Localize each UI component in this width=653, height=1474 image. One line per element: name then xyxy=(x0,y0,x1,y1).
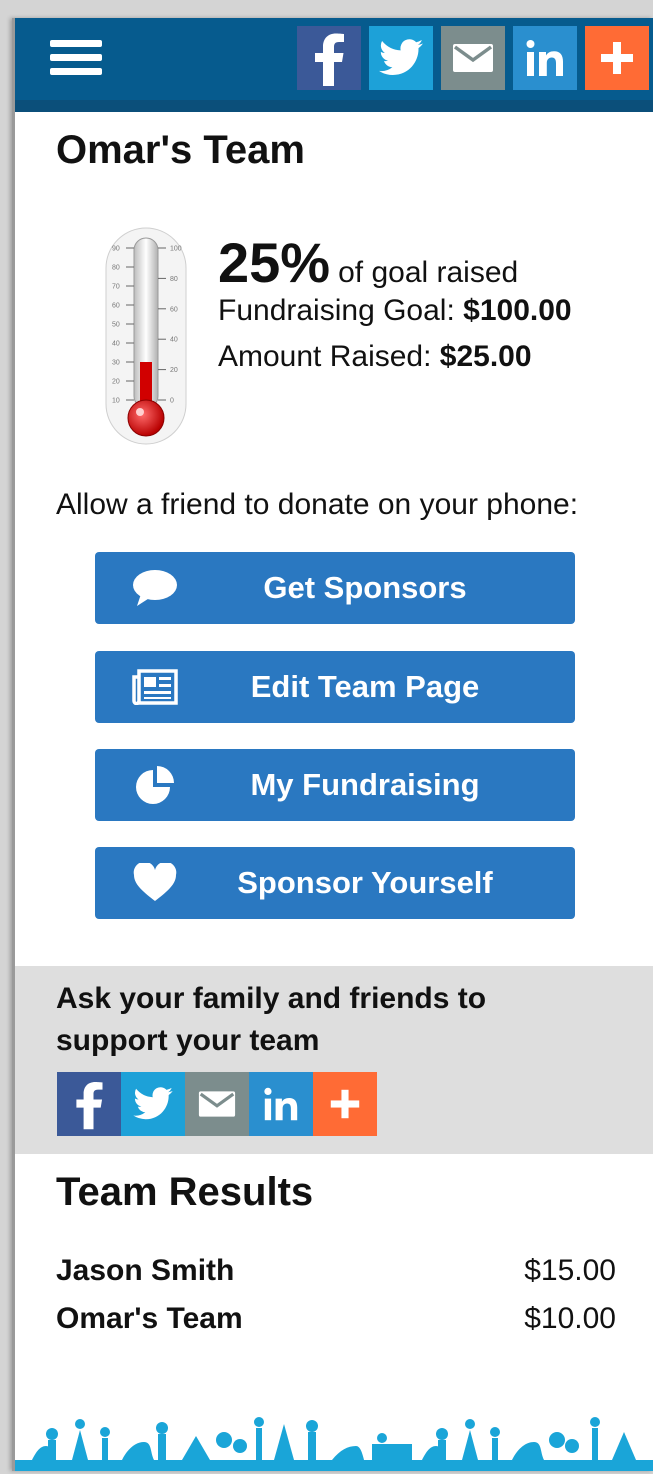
facebook-icon[interactable] xyxy=(297,26,361,90)
get-sponsors-button[interactable]: Get Sponsors xyxy=(95,552,575,624)
window-edge xyxy=(12,18,15,1471)
linkedin-icon[interactable] xyxy=(513,26,577,90)
thermometer-tick-label: 40 xyxy=(170,337,178,344)
thermometer-tick-label: 80 xyxy=(170,276,178,283)
result-name: Jason Smith xyxy=(56,1254,235,1287)
thermometer-tick-label: 20 xyxy=(170,367,178,374)
page-frame: Omar's Team 90 80 70 60 50 40 30 20 10 100 80 60 40… xyxy=(12,18,653,1471)
footer-silhouette-banner xyxy=(12,1417,653,1471)
amount-raised: Amount Raised: $25.00 xyxy=(218,340,532,374)
raised-label: Amount Raised: xyxy=(218,340,432,373)
result-amount: $10.00 xyxy=(524,1302,616,1335)
goal-value: $100.00 xyxy=(463,294,572,327)
thermometer-tick-label: 80 xyxy=(112,265,120,272)
top-bar xyxy=(12,18,653,100)
team-title: Omar's Team xyxy=(56,128,305,172)
thermometer-tick-label: 70 xyxy=(112,284,120,291)
fundraising-goal: Fundraising Goal: $100.00 xyxy=(218,294,572,328)
percent-raised: 25% of goal raised xyxy=(218,230,518,295)
thermometer-tick-label: 100 xyxy=(170,246,182,253)
goal-label: Fundraising Goal: xyxy=(218,294,455,327)
hamburger-menu-icon[interactable] xyxy=(50,40,106,76)
sponsor-yourself-button[interactable]: Sponsor Yourself xyxy=(95,847,575,919)
thermometer-tick-label: 20 xyxy=(112,379,120,386)
button-label: Edit Team Page xyxy=(250,669,480,704)
thermometer-tick-label: 50 xyxy=(112,322,120,329)
email-icon[interactable] xyxy=(441,26,505,90)
panel-share-icons xyxy=(57,1072,377,1136)
thermometer-tick-label: 10 xyxy=(112,398,120,405)
top-bar-strip xyxy=(12,100,653,112)
thermometer-tick-label: 90 xyxy=(112,246,120,253)
facebook-icon[interactable] xyxy=(57,1072,121,1136)
header-share-icons xyxy=(297,26,653,90)
email-icon[interactable] xyxy=(185,1072,249,1136)
thermometer-tick-label: 60 xyxy=(112,303,120,310)
percent-suffix: of goal raised xyxy=(338,256,519,289)
thermometer-tick-label: 0 xyxy=(170,398,174,405)
thermometer-tick-label: 40 xyxy=(112,341,120,348)
allow-friend-text: Allow a friend to donate on your phone: xyxy=(56,488,579,521)
thermometer-graphic: 90 80 70 60 50 40 30 20 10 100 80 60 40 20 0 xyxy=(105,227,187,445)
share-prompt: Ask your family and friends to support y… xyxy=(56,982,487,1057)
twitter-icon[interactable] xyxy=(121,1072,185,1136)
thermometer-tick-label: 60 xyxy=(170,306,178,313)
my-fundraising-button[interactable]: My Fundraising xyxy=(95,749,575,821)
button-label: Sponsor Yourself xyxy=(237,865,493,900)
share-panel: Ask your family and friends to support y… xyxy=(12,966,653,1154)
result-amount: $15.00 xyxy=(524,1254,616,1287)
button-label: Get Sponsors xyxy=(263,570,467,605)
button-label: My Fundraising xyxy=(250,767,480,802)
linkedin-icon[interactable] xyxy=(249,1072,313,1136)
raised-value: $25.00 xyxy=(439,340,532,373)
edit-team-page-button[interactable]: Edit Team Page xyxy=(95,651,575,723)
twitter-icon[interactable] xyxy=(369,26,433,90)
plus-icon[interactable] xyxy=(585,26,649,90)
plus-icon[interactable] xyxy=(313,1072,377,1136)
thermometer-tick-label: 30 xyxy=(112,360,120,367)
percent-value: 25% xyxy=(218,231,331,294)
team-results-title: Team Results xyxy=(56,1170,314,1214)
result-name: Omar's Team xyxy=(56,1302,243,1335)
